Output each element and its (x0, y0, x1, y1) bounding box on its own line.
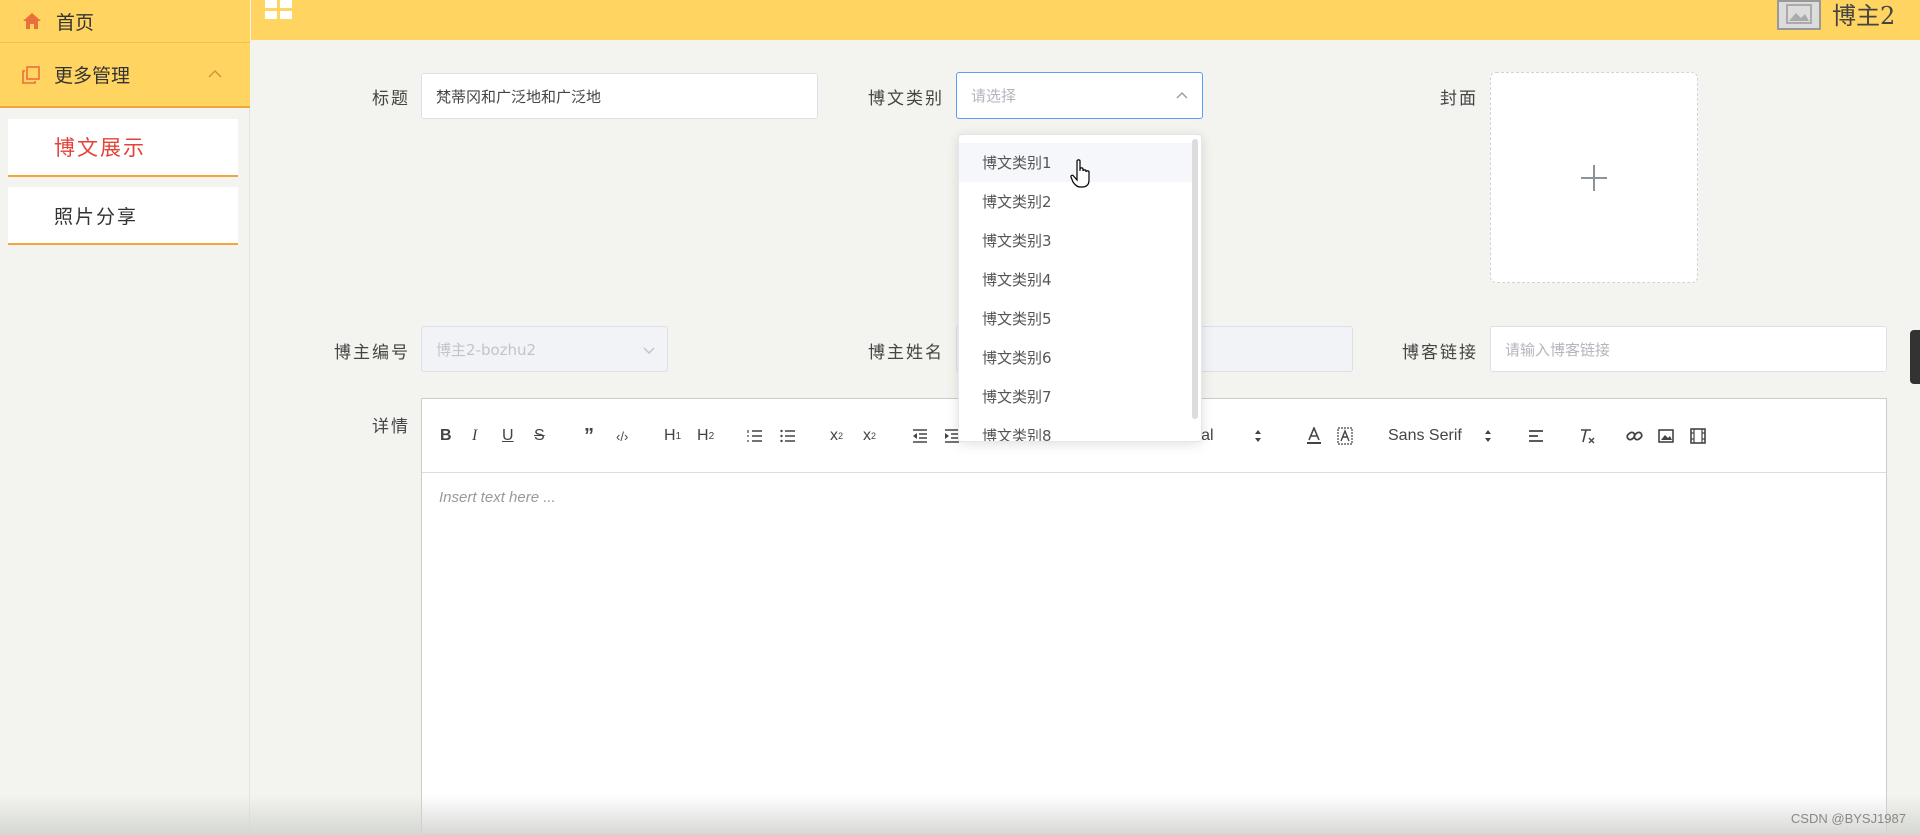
dropdown-option-8[interactable]: 博文类别8 (959, 416, 1193, 442)
updown-icon (1484, 430, 1491, 442)
blog-link-input[interactable]: 请输入博客链接 (1490, 326, 1887, 372)
category-select-placeholder: 请选择 (971, 87, 1017, 105)
align-icon[interactable] (1528, 425, 1544, 447)
avatar[interactable] (1777, 0, 1821, 30)
header-2-icon[interactable]: H2 (697, 425, 714, 447)
dropdown-option-5[interactable]: 博文类别5 (959, 299, 1193, 338)
header-1-icon[interactable]: H1 (664, 425, 681, 447)
outdent-icon[interactable] (912, 425, 928, 447)
category-select[interactable]: 请选择 (956, 72, 1203, 119)
dropdown-option-4[interactable]: 博文类别4 (959, 260, 1193, 299)
copy-icon (22, 65, 40, 84)
rich-text-editor[interactable]: B I U S ” ‹/› H1 H2 x2 x2 Normal (421, 398, 1887, 835)
option-label: 博文类别3 (982, 232, 1052, 250)
title-input[interactable]: 梵蒂冈和广泛地和广泛地 (421, 73, 818, 119)
image-icon (1786, 4, 1812, 24)
option-label: 博文类别7 (982, 388, 1052, 406)
sidebar-item-more-management[interactable]: 更多管理 (0, 42, 250, 108)
chevron-down-icon (643, 347, 655, 355)
cover-label: 封面 (1440, 89, 1478, 109)
grid-menu-icon[interactable] (265, 0, 293, 20)
sidebar-item-label: 照片分享 (54, 205, 139, 228)
blogger-no-label: 博主编号 (334, 343, 410, 363)
title-label: 标题 (372, 89, 410, 109)
video-icon[interactable] (1690, 425, 1706, 447)
dropdown-option-7[interactable]: 博文类别7 (959, 377, 1193, 416)
sidebar-item-home[interactable]: 首页 (0, 0, 250, 42)
blogger-name-label: 博主姓名 (868, 343, 944, 363)
bullet-list-icon[interactable] (780, 425, 796, 447)
bottom-shadow (0, 795, 1920, 835)
sidebar-item-more-label: 更多管理 (54, 65, 131, 87)
user-name[interactable]: 博主2 (1832, 0, 1895, 31)
cover-upload[interactable] (1490, 72, 1698, 283)
dropdown-option-3[interactable]: 博文类别3 (959, 221, 1193, 260)
clear-format-icon[interactable] (1578, 425, 1596, 447)
hand-cursor-icon (1070, 159, 1090, 188)
plus-icon (1581, 164, 1607, 191)
chevron-up-icon (1176, 91, 1188, 99)
chevron-up-icon (208, 69, 222, 78)
option-label: 博文类别8 (982, 427, 1052, 442)
bold-icon[interactable]: B (440, 425, 452, 447)
link-icon[interactable] (1626, 425, 1644, 447)
option-label: 博文类别6 (982, 349, 1052, 367)
code-block-icon[interactable]: ‹/› (616, 425, 628, 447)
sidebar-item-blog-display[interactable]: 博文展示 (8, 119, 238, 177)
title-input-value: 梵蒂冈和广泛地和广泛地 (436, 87, 602, 106)
underline-icon[interactable]: U (502, 425, 514, 447)
option-label: 博文类别4 (982, 271, 1052, 289)
blog-link-placeholder: 请输入博客链接 (1505, 340, 1611, 359)
blogger-no-value: 博主2-bozhu2 (436, 340, 537, 359)
home-icon (23, 13, 41, 29)
option-label: 博文类别1 (982, 154, 1052, 172)
ordered-list-icon[interactable] (747, 425, 763, 447)
blog-link-label: 博客链接 (1402, 343, 1478, 363)
blogger-no-select: 博主2-bozhu2 (421, 326, 668, 372)
superscript-icon[interactable]: x2 (863, 425, 876, 447)
subscript-icon[interactable]: x2 (830, 425, 843, 447)
detail-label: 详情 (372, 417, 410, 437)
blockquote-icon[interactable]: ” (584, 425, 594, 447)
page-scrollbar-handle[interactable] (1910, 330, 1920, 384)
editor-placeholder: Insert text here ... (439, 489, 556, 506)
sidebar-item-photo-share[interactable]: 照片分享 (8, 187, 238, 245)
font-select-value: Sans Serif (1388, 427, 1462, 444)
sidebar-item-home-label: 首页 (56, 11, 95, 34)
strike-icon[interactable]: S (534, 425, 545, 447)
top-header (251, 0, 1920, 40)
font-color-icon[interactable] (1306, 425, 1322, 447)
sidebar-item-label: 博文展示 (54, 136, 146, 160)
updown-icon (1254, 430, 1261, 442)
watermark: CSDN @BYSJ1987 (1790, 811, 1906, 826)
dropdown-scrollbar[interactable] (1192, 139, 1198, 419)
image-icon[interactable] (1658, 425, 1674, 447)
font-select[interactable]: Sans Serif (1388, 425, 1492, 447)
italic-icon[interactable]: I (472, 425, 477, 447)
dropdown-option-6[interactable]: 博文类别6 (959, 338, 1193, 377)
category-label: 博文类别 (868, 89, 944, 109)
background-color-icon[interactable] (1337, 425, 1353, 447)
option-label: 博文类别2 (982, 193, 1052, 211)
option-label: 博文类别5 (982, 310, 1052, 328)
